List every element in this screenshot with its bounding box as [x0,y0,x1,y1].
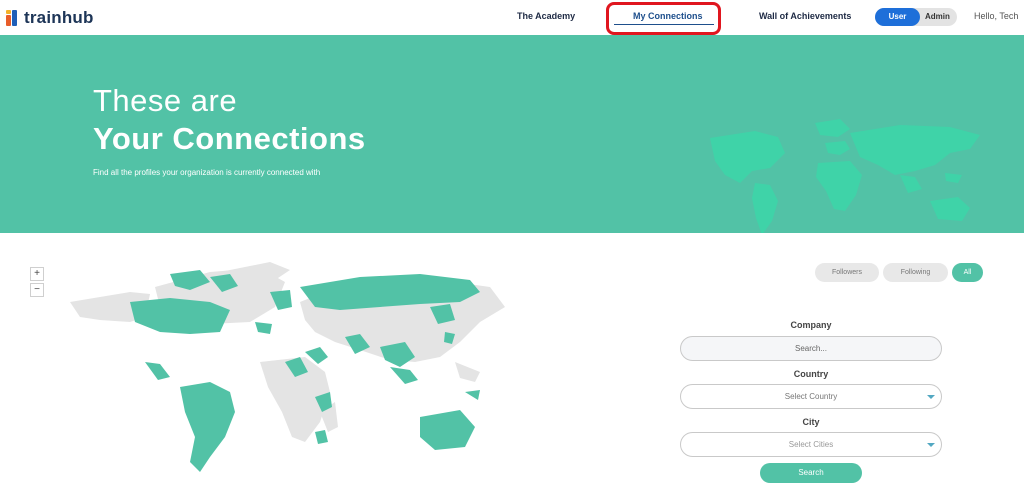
role-admin-option[interactable]: Admin [925,8,953,26]
filter-followers-button[interactable]: Followers [815,263,879,282]
company-search-input[interactable]: Search... [680,336,942,361]
zoom-out-button[interactable]: − [30,283,44,297]
country-label: Country [793,369,829,379]
top-navbar: trainhub The Academy My Connections Wall… [0,0,1024,35]
city-select-value: Select Cities [788,440,834,449]
nav-wall-of-achievements-link[interactable]: Wall of Achievements [759,11,851,21]
hero-world-map-icon [710,119,980,233]
filter-following-button[interactable]: Following [883,263,948,282]
hero-title-line1: These are [93,83,238,118]
nav-academy-link[interactable]: The Academy [517,11,575,21]
country-select[interactable]: Select Country [680,384,942,409]
trainhub-logo-icon [6,10,20,26]
zoom-in-button[interactable]: + [30,267,44,281]
hero-title-line2: Your Connections [93,121,366,156]
city-select[interactable]: Select Cities [680,432,942,457]
company-label: Company [790,320,832,330]
user-greeting[interactable]: Hello, Tech [974,11,1018,21]
country-select-value: Select Country [784,392,838,401]
brand-logo[interactable]: trainhub [6,8,94,28]
role-toggle[interactable]: User Admin [875,8,957,26]
role-user-option[interactable]: User [875,8,920,26]
filter-all-button[interactable]: All [952,263,983,282]
hero-subtitle: Find all the profiles your organization … [93,168,321,177]
city-label: City [802,417,820,427]
chevron-down-icon [927,443,935,447]
search-button[interactable]: Search [760,463,862,483]
annotation-highlight-box [606,2,721,35]
hero-banner: These are Your Connections Find all the … [0,35,1024,233]
brand-name: trainhub [24,8,94,27]
connections-world-map[interactable] [60,262,510,482]
chevron-down-icon [927,395,935,399]
